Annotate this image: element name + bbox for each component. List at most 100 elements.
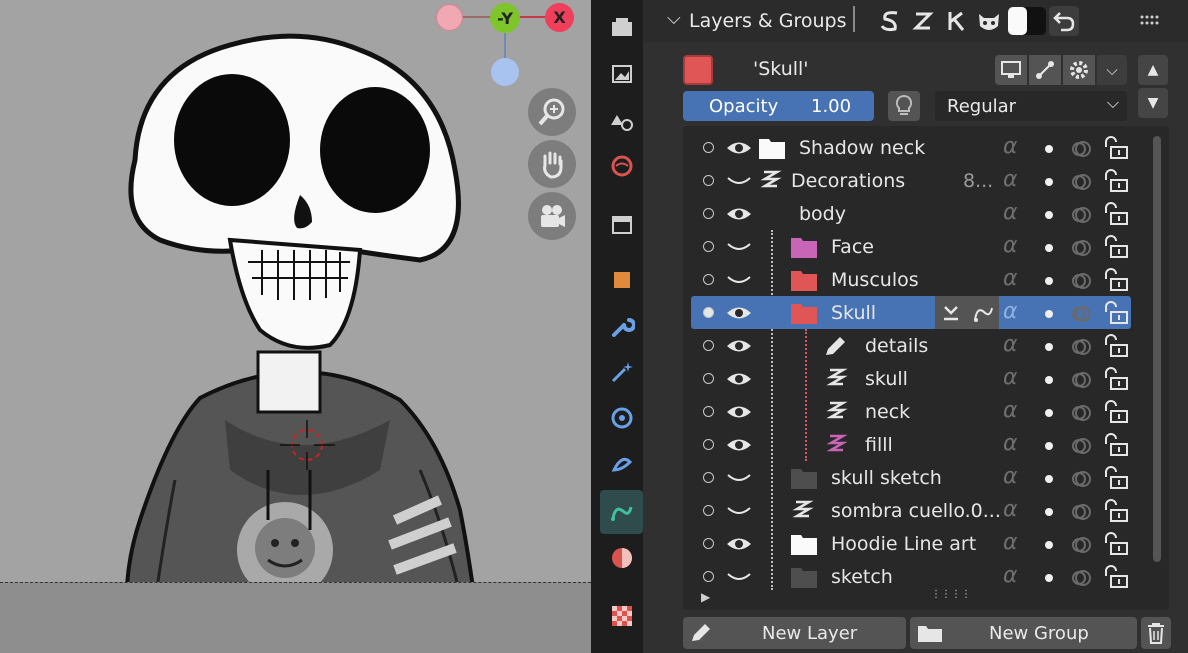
unlock-icon[interactable] (1101, 235, 1129, 259)
alpha-lock-icon[interactable]: α (1003, 200, 1018, 225)
color-toggle-button[interactable] (1007, 6, 1047, 36)
unlock-icon[interactable] (1101, 466, 1129, 490)
alpha-lock-icon[interactable]: α (1003, 365, 1018, 390)
move-layer-up-button[interactable]: ▲ (1138, 55, 1168, 85)
onion-skin-dot-icon[interactable] (1045, 145, 1053, 153)
tab-constraints[interactable] (600, 442, 643, 486)
mask-rings-icon[interactable] (1071, 172, 1091, 190)
unlock-icon[interactable] (1101, 334, 1129, 358)
camera-view-button[interactable] (528, 192, 576, 240)
pan-button[interactable] (528, 140, 576, 188)
unlock-icon[interactable] (1101, 301, 1129, 325)
active-layer-radio[interactable] (703, 175, 714, 186)
new-layer-button[interactable]: New Layer (683, 617, 906, 649)
eye-open-icon[interactable] (725, 368, 753, 390)
alpha-lock-icon[interactable]: α (1003, 563, 1018, 588)
alpha-lock-icon[interactable]: α (1003, 464, 1018, 489)
mask-rings-icon[interactable] (1071, 238, 1091, 256)
mask-rings-icon[interactable] (1071, 535, 1091, 553)
active-layer-radio[interactable] (703, 571, 714, 582)
mask-rings-icon[interactable] (1071, 502, 1091, 520)
layer-row[interactable]: body α (683, 197, 1153, 230)
tab-collection[interactable] (600, 258, 643, 302)
tab-scene[interactable] (600, 144, 643, 188)
layer-row[interactable]: neck α (683, 395, 1153, 428)
eye-open-icon[interactable] (725, 203, 753, 225)
z-axis-handle[interactable] (491, 58, 519, 86)
mask-rings-icon[interactable] (1071, 436, 1091, 454)
onion-skin-dot-icon[interactable] (1045, 211, 1053, 219)
unlock-icon[interactable] (1101, 136, 1129, 160)
opacity-slider[interactable]: Opacity 1.00 (683, 91, 874, 121)
dropdown-button[interactable]: ⌵ (1097, 55, 1127, 85)
active-layer-radio[interactable] (703, 241, 714, 252)
onion-skin-dot-icon[interactable] (1045, 541, 1053, 549)
unlock-icon[interactable] (1101, 268, 1129, 292)
onion-skin-dot-icon[interactable] (1045, 409, 1053, 417)
unlock-icon[interactable] (1101, 433, 1129, 457)
layer-name-field[interactable]: 'Skull' (753, 58, 993, 86)
list-scrollbar[interactable] (1153, 136, 1161, 562)
editor-divider[interactable] (591, 0, 600, 653)
stroke-shape-button[interactable] (875, 6, 905, 36)
x-axis-handle[interactable]: X (545, 3, 574, 32)
layer-row[interactable]: Face α (683, 230, 1153, 263)
eye-open-icon[interactable] (725, 137, 753, 159)
mask-rings-icon[interactable] (1071, 139, 1091, 157)
tab-output[interactable] (600, 52, 643, 96)
onion-skin-dot-icon[interactable] (1045, 244, 1053, 252)
layer-row[interactable]: skull α (683, 362, 1153, 395)
active-layer-radio[interactable] (703, 373, 714, 384)
layer-row[interactable]: sketch α (683, 560, 1153, 593)
alpha-lock-icon[interactable]: α (1003, 299, 1018, 324)
active-layer-radio[interactable] (703, 340, 714, 351)
active-layer-radio[interactable] (703, 208, 714, 219)
onion-skin-dot-icon[interactable] (1045, 343, 1053, 351)
stroke-k-button[interactable] (941, 6, 971, 36)
eye-closed-icon[interactable] (725, 269, 753, 291)
tab-material[interactable] (600, 536, 643, 580)
unlock-icon[interactable] (1101, 532, 1129, 556)
onion-skin-dot-icon[interactable] (1045, 277, 1053, 285)
unlock-icon[interactable] (1101, 367, 1129, 391)
undo-button[interactable] (1049, 6, 1079, 36)
layer-pencil-icon[interactable] (967, 296, 999, 329)
delete-layer-button[interactable] (1141, 617, 1171, 649)
move-layer-down-button[interactable]: ▼ (1138, 88, 1168, 118)
onion-skin-dot-icon[interactable] (1045, 178, 1053, 186)
onion-skin-dot-icon[interactable] (1045, 310, 1053, 318)
unlock-icon[interactable] (1101, 202, 1129, 226)
merge-down-icon[interactable] (935, 296, 967, 329)
tab-modifier[interactable] (600, 305, 643, 349)
eye-closed-icon[interactable] (725, 500, 753, 522)
mask-rings-icon[interactable] (1071, 469, 1091, 487)
active-layer-radio[interactable] (703, 439, 714, 450)
layer-type-folder-icon[interactable] (683, 55, 713, 85)
alpha-lock-icon[interactable]: α (1003, 497, 1018, 522)
eye-closed-icon[interactable] (725, 170, 753, 192)
mask-rings-icon[interactable] (1071, 304, 1091, 322)
blend-mode-select[interactable]: Regular ⌵ (935, 91, 1127, 121)
layer-row[interactable]: Decorations 8... α (683, 164, 1153, 197)
mask-rings-icon[interactable] (1071, 337, 1091, 355)
active-layer-radio[interactable] (703, 274, 714, 285)
eye-closed-icon[interactable] (725, 236, 753, 258)
tab-texture[interactable] (600, 594, 643, 638)
drag-handle[interactable] (1135, 6, 1165, 36)
tab-physics[interactable] (600, 396, 643, 440)
eye-open-icon[interactable] (725, 302, 753, 324)
alpha-lock-icon[interactable]: α (1003, 167, 1018, 192)
eye-open-icon[interactable] (725, 533, 753, 555)
alpha-lock-icon[interactable]: α (1003, 398, 1018, 423)
active-layer-radio[interactable] (703, 142, 714, 153)
mask-rings-icon[interactable] (1071, 568, 1091, 586)
active-layer-radio[interactable] (703, 307, 714, 318)
zoom-button[interactable] (528, 88, 576, 136)
layer-row[interactable]: Shadow neck α (683, 131, 1153, 164)
mask-button[interactable] (974, 6, 1004, 36)
onion-skin-dot-icon[interactable] (1045, 376, 1053, 384)
tab-object-data[interactable] (600, 490, 643, 534)
mask-rings-icon[interactable] (1071, 271, 1091, 289)
tab-render[interactable] (600, 6, 643, 50)
layer-tree-list[interactable]: ▶ ⋮⋮⋮⋮ Shadow neck α Decorations 8... α body α… (683, 126, 1169, 610)
